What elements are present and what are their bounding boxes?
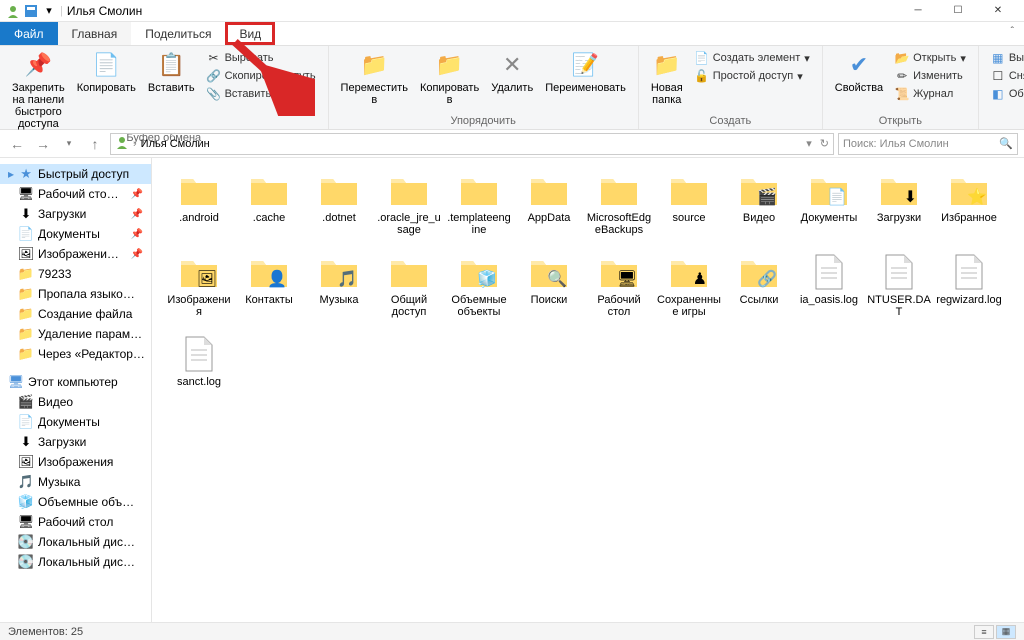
sidebar-item[interactable]: 📄Документы📌	[0, 224, 151, 244]
sidebar-item[interactable]: 🖼Изображения	[0, 452, 151, 472]
properties-button[interactable]: ✔Свойства	[829, 48, 889, 96]
file-item[interactable]: .android	[164, 168, 234, 250]
sidebar-item[interactable]: 📁79233	[0, 264, 151, 284]
file-item[interactable]: ⭐Избранное	[934, 168, 1004, 250]
delete-button[interactable]: ✕Удалить	[485, 48, 539, 96]
newfolder-button[interactable]: 📁Новая папка	[645, 48, 689, 108]
qat-dropdown-icon[interactable]: ▾	[42, 4, 56, 18]
copypath-button[interactable]: 🔗Скопировать путь	[205, 68, 318, 84]
user-icon	[115, 135, 129, 152]
sidebar-item[interactable]: 🧊Объемные объ…	[0, 492, 151, 512]
file-item[interactable]: Общий доступ	[374, 250, 444, 332]
file-item[interactable]: 🎬Видео	[724, 168, 794, 250]
ribbon: 📌Закрепить на панели быстрого доступа 📄К…	[0, 46, 1024, 130]
sidebar-item[interactable]: ⬇Загрузки📌	[0, 204, 151, 224]
tab-home[interactable]: Главная	[58, 22, 132, 45]
nav-back-button[interactable]: ←	[6, 133, 28, 155]
file-item[interactable]: NTUSER.DAT	[864, 250, 934, 332]
invert-button[interactable]: ◧Обратить выделение	[989, 86, 1024, 102]
sidebar-item[interactable]: 💽Локальный дис…	[0, 552, 151, 572]
minimize-button[interactable]: ─	[898, 0, 938, 22]
cut-button[interactable]: ✂Вырезать	[205, 50, 318, 66]
sidebar-item[interactable]: 🎬Видео	[0, 392, 151, 412]
file-item[interactable]: .templateengine	[444, 168, 514, 250]
sidebar-item[interactable]: 📄Документы	[0, 412, 151, 432]
selectnone-button[interactable]: ☐Снять выделение	[989, 68, 1024, 84]
user-icon	[6, 4, 20, 18]
file-item[interactable]: .cache	[234, 168, 304, 250]
sidebar-item[interactable]: 🖥Рабочий сто…📌	[0, 184, 151, 204]
file-item[interactable]: 🖥Рабочий стол	[584, 250, 654, 332]
status-bar: Элементов: 25 ≡ ▦	[0, 622, 1024, 640]
sidebar-item[interactable]: ⬇Загрузки	[0, 432, 151, 452]
close-button[interactable]: ✕	[978, 0, 1018, 22]
file-item[interactable]: 🧊Объемные объекты	[444, 250, 514, 332]
file-item[interactable]: ⬇Загрузки	[864, 168, 934, 250]
file-item[interactable]: regwizard.log	[934, 250, 1004, 332]
file-item[interactable]: AppData	[514, 168, 584, 250]
sidebar-item[interactable]: 🎵Музыка	[0, 472, 151, 492]
search-input[interactable]: Поиск: Илья Смолин 🔍	[838, 133, 1018, 155]
file-item[interactable]: 🖼Изображения	[164, 250, 234, 332]
file-pane[interactable]: .android.cache.dotnet.oracle_jre_usage.t…	[152, 158, 1024, 622]
breadcrumb[interactable]: Илья Смолин	[141, 138, 210, 150]
window-title: Илья Смолин	[67, 4, 142, 18]
copy-button[interactable]: 📄Копировать	[71, 48, 142, 96]
sidebar-item[interactable]: 📁Пропала языко…	[0, 284, 151, 304]
address-bar: ← → ▾ ↑ › Илья Смолин ▾ ↻ Поиск: Илья См…	[0, 130, 1024, 158]
file-item[interactable]: 🔗Ссылки	[724, 250, 794, 332]
moveto-button[interactable]: 📁Переместить в	[335, 48, 414, 108]
easyaccess-button[interactable]: 🔓Простой доступ ▾	[693, 68, 812, 84]
view-details-button[interactable]: ≡	[974, 625, 994, 639]
sidebar-item[interactable]: 🖥Рабочий стол	[0, 512, 151, 532]
sidebar-item[interactable]: 📁Создание файла	[0, 304, 151, 324]
pasteshortcut-button[interactable]: 📎Вставить ярлык	[205, 86, 318, 102]
file-item[interactable]: .dotnet	[304, 168, 374, 250]
tab-view[interactable]: Вид	[225, 22, 275, 45]
file-item[interactable]: ia_oasis.log	[794, 250, 864, 332]
nav-recent-button[interactable]: ▾	[58, 133, 80, 155]
file-item[interactable]: 🔍Поиски	[514, 250, 584, 332]
tab-file[interactable]: Файл	[0, 22, 58, 45]
file-item[interactable]: 🎵Музыка	[304, 250, 374, 332]
selectall-button[interactable]: ▦Выделить все	[989, 50, 1024, 66]
sidebar-item[interactable]: 📁Через «Редактор…	[0, 344, 151, 364]
sidebar: ▸★Быстрый доступ 🖥Рабочий сто…📌⬇Загрузки…	[0, 158, 152, 622]
file-item[interactable]: MicrosoftEdgeBackups	[584, 168, 654, 250]
sidebar-this-pc[interactable]: 🖥Этот компьютер	[0, 372, 151, 392]
paste-button[interactable]: 📋Вставить	[142, 48, 201, 96]
view-icons-button[interactable]: ▦	[996, 625, 1016, 639]
sidebar-item[interactable]: 💽Локальный дис…	[0, 532, 151, 552]
file-item[interactable]: .oracle_jre_usage	[374, 168, 444, 250]
ribbon-collapse-icon[interactable]: ˆ	[1001, 22, 1024, 45]
file-item[interactable]: source	[654, 168, 724, 250]
maximize-button[interactable]: ☐	[938, 0, 978, 22]
history-button[interactable]: 📜Журнал	[893, 86, 968, 102]
sidebar-quick-access[interactable]: ▸★Быстрый доступ	[0, 164, 151, 184]
tab-share[interactable]: Поделиться	[131, 22, 225, 45]
file-item[interactable]: 👤Контакты	[234, 250, 304, 332]
file-item[interactable]: sanct.log	[164, 332, 234, 414]
sidebar-item[interactable]: 🖼Изображени…📌	[0, 244, 151, 264]
qat-save-icon[interactable]	[24, 4, 38, 18]
item-count: Элементов: 25	[8, 626, 83, 638]
nav-forward-button[interactable]: →	[32, 133, 54, 155]
copyto-button[interactable]: 📁Копировать в	[414, 48, 485, 108]
nav-up-button[interactable]: ↑	[84, 133, 106, 155]
search-icon: 🔍	[999, 137, 1013, 150]
refresh-icon[interactable]: ↻	[820, 137, 829, 150]
open-button[interactable]: 📂Открыть ▾	[893, 50, 968, 66]
newitem-button[interactable]: 📄Создать элемент ▾	[693, 50, 812, 66]
edit-button[interactable]: ✏Изменить	[893, 68, 968, 84]
file-item[interactable]: 📄Документы	[794, 168, 864, 250]
sidebar-item[interactable]: 📁Удаление парам…	[0, 324, 151, 344]
rename-button[interactable]: 📝Переименовать	[539, 48, 632, 96]
ribbon-tabs: Файл Главная Поделиться Вид ˆ	[0, 22, 1024, 46]
address-box[interactable]: › Илья Смолин ▾ ↻	[110, 133, 834, 155]
file-item[interactable]: ♟Сохраненные игры	[654, 250, 724, 332]
titlebar: ▾ | Илья Смолин ─ ☐ ✕	[0, 0, 1024, 22]
pin-button[interactable]: 📌Закрепить на панели быстрого доступа	[6, 48, 71, 132]
